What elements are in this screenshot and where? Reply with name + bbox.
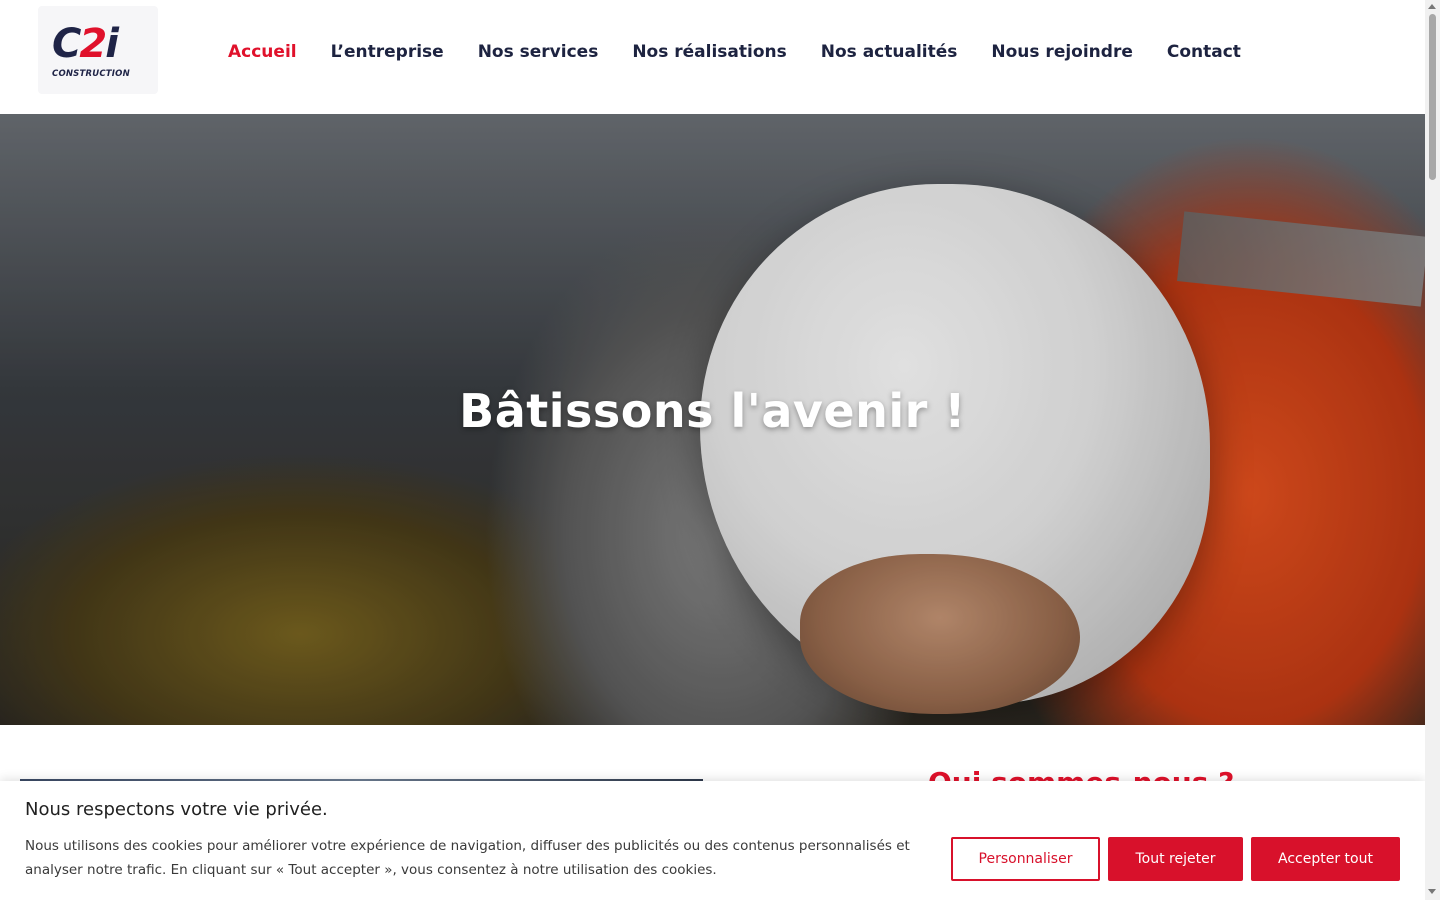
scrollbar-thumb[interactable] <box>1429 14 1436 180</box>
nav-item-actualites[interactable]: Nos actualités <box>821 40 958 64</box>
cookie-banner: Nous respectons votre vie privée. Nous u… <box>0 781 1425 900</box>
site-header: C2i CONSTRUCTION Accueil L’entreprise No… <box>0 0 1425 114</box>
nav-item-rejoindre[interactable]: Nous rejoindre <box>991 40 1132 64</box>
logo-mark-i: i <box>105 21 119 67</box>
main-nav: Accueil L’entreprise Nos services Nos ré… <box>228 40 1241 64</box>
cookie-text: Nous utilisons des cookies pour améliore… <box>25 838 910 878</box>
cookie-reject-button[interactable]: Tout rejeter <box>1108 837 1243 881</box>
logo-mark-2: 2 <box>79 21 107 67</box>
nav-item-accueil[interactable]: Accueil <box>228 40 297 64</box>
nav-item-realisations[interactable]: Nos réalisations <box>632 40 786 64</box>
nav-item-services[interactable]: Nos services <box>478 40 599 64</box>
cookie-accept-button[interactable]: Accepter tout <box>1251 837 1400 881</box>
page-scrollbar[interactable] <box>1425 0 1440 900</box>
cookie-title: Nous respectons votre vie privée. <box>25 799 328 820</box>
hero-banner: Bâtissons l'avenir ! <box>0 114 1425 725</box>
hero-title: Bâtissons l'avenir ! <box>459 384 966 438</box>
logo-mark: C2i <box>52 21 119 67</box>
logo[interactable]: C2i CONSTRUCTION <box>38 6 158 94</box>
scroll-down-arrow-icon[interactable] <box>1428 889 1436 894</box>
scroll-up-arrow-icon[interactable] <box>1428 4 1436 9</box>
nav-item-contact[interactable]: Contact <box>1167 40 1241 64</box>
logo-subtitle: CONSTRUCTION <box>52 69 130 79</box>
logo-mark-c: C <box>52 21 81 67</box>
nav-item-entreprise[interactable]: L’entreprise <box>331 40 444 64</box>
cookie-customize-button[interactable]: Personnaliser <box>951 837 1100 881</box>
